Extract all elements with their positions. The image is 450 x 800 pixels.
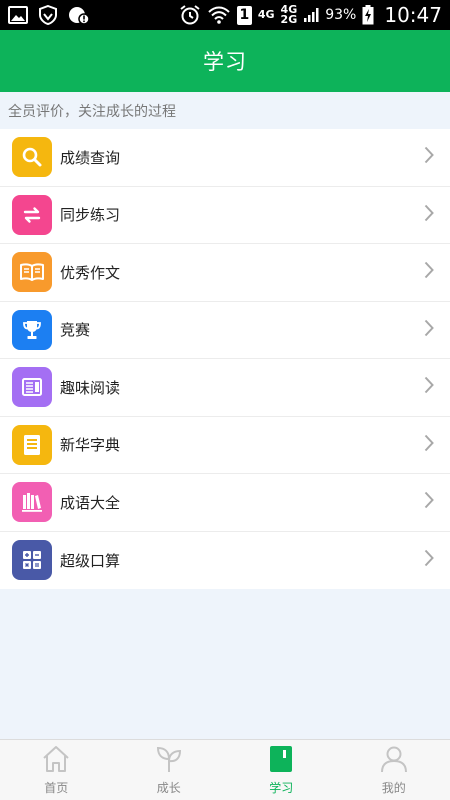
menu-item-super-mental-math[interactable]: 超级口算 (0, 532, 450, 590)
bottom-tab-bar: 首页 成长 学习 我的 (0, 739, 450, 800)
network-type: 4G (257, 8, 275, 21)
menu-item-label: 竞赛 (60, 321, 91, 340)
reading-icon (12, 367, 52, 408)
menu-item-label: 成绩查询 (60, 148, 121, 167)
battery-percent: 93% (325, 7, 357, 23)
dictionary-icon (12, 424, 52, 465)
menu-item-label: 趣味阅读 (60, 378, 121, 397)
menu-item-label: 同步练习 (60, 206, 121, 225)
shield-notification-icon (38, 5, 58, 25)
tab-label: 成长 (156, 780, 181, 795)
menu-item-label: 超级口算 (60, 551, 121, 570)
battery-charging-icon (362, 5, 374, 25)
menu-item-label: 成语大全 (60, 493, 121, 512)
tab-mine[interactable]: 我的 (338, 740, 450, 800)
home-icon (41, 745, 71, 777)
sync-icon (12, 194, 52, 235)
trophy-icon (12, 309, 52, 350)
tab-study[interactable]: 学习 (225, 740, 338, 800)
person-icon (379, 745, 409, 777)
gallery-notification-icon (8, 6, 28, 24)
sim-card-icon: 1 (236, 5, 252, 25)
notebook-icon (268, 745, 294, 777)
tab-label: 首页 (44, 780, 69, 795)
search-icon (12, 137, 52, 178)
chevron-right-icon (424, 549, 434, 571)
chevron-right-icon (424, 491, 434, 513)
alarm-icon (179, 4, 201, 26)
chevron-right-icon (424, 434, 434, 456)
signal-strength-icon (303, 7, 319, 23)
chevron-right-icon (424, 319, 434, 341)
status-bar: 1 4G 4G 2G 93% 10:47 (0, 0, 450, 30)
menu-item-score-query[interactable]: 成绩查询 (0, 129, 450, 187)
tab-home[interactable]: 首页 (0, 740, 113, 800)
menu-item-idioms-collection[interactable]: 成语大全 (0, 474, 450, 532)
feature-menu-list: 成绩查询 同步练习 优秀作文 竞赛 趣味阅读 新华字典 成语大全 超级口算 (0, 129, 450, 589)
menu-item-fun-reading[interactable]: 趣味阅读 (0, 359, 450, 417)
chevron-right-icon (424, 261, 434, 283)
page-title: 学习 (203, 50, 247, 74)
menu-item-sync-practice[interactable]: 同步练习 (0, 187, 450, 244)
app-header: 学习 (0, 30, 450, 92)
page-subtitle: 全员评价，关注成长的过程 (0, 92, 450, 129)
menu-item-label: 新华字典 (60, 436, 121, 455)
network-type-secondary: 4G 2G (280, 3, 298, 26)
alert-notification-icon (68, 4, 90, 26)
chevron-right-icon (424, 146, 434, 168)
tab-label: 我的 (381, 780, 406, 795)
chevron-right-icon (424, 376, 434, 398)
menu-item-label: 优秀作文 (60, 263, 121, 282)
chevron-right-icon (424, 204, 434, 226)
open-book-icon (12, 252, 52, 293)
menu-item-xinhua-dictionary[interactable]: 新华字典 (0, 417, 450, 474)
tab-label: 学习 (269, 780, 294, 795)
books-icon (12, 482, 52, 523)
calculator-icon (12, 540, 52, 581)
menu-item-competition[interactable]: 竞赛 (0, 302, 450, 359)
clock: 10:47 (384, 3, 442, 27)
menu-item-excellent-essays[interactable]: 优秀作文 (0, 244, 450, 302)
wifi-icon (207, 5, 231, 25)
sprout-icon (154, 745, 184, 777)
tab-growth[interactable]: 成长 (113, 740, 226, 800)
